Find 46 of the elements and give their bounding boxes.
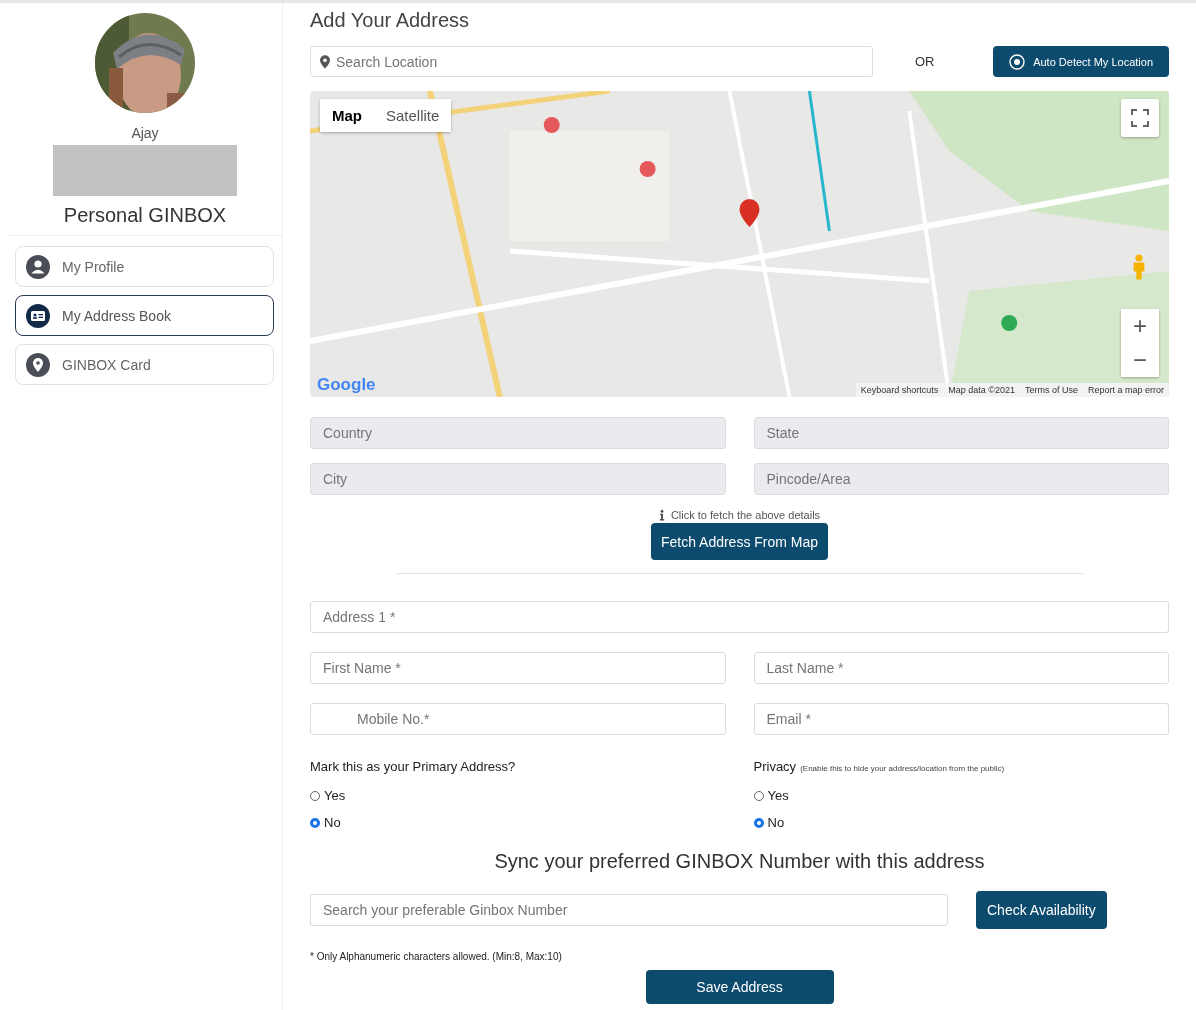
radio-group-label: Mark this as your Primary Address? [310,759,516,774]
user-icon [26,254,50,279]
input-field[interactable]: Address 1 * [310,601,1169,633]
radio-label: Yes [324,788,346,803]
map-type-tab[interactable]: Map [320,99,374,132]
user-name: Ajay [131,125,159,141]
map-footer-link[interactable]: Keyboard shortcuts [855,383,944,397]
target-icon [1009,53,1026,70]
input-field[interactable]: Mobile No.* [310,703,726,735]
map-logo: Google [317,375,376,395]
section-title: Sync your preferred GINBOX Number with this address [493,850,986,873]
input-field[interactable]: Last Name * [753,652,1169,684]
radio-button[interactable] [310,817,320,828]
radio-label: No [767,815,785,830]
radio-label: No [324,815,341,830]
account-title: Personal GINBOX [63,204,227,227]
sidebar-item[interactable]: My Address Book [15,295,274,336]
auto-detect-button[interactable]: Auto Detect My Location [993,46,1169,77]
input-field[interactable]: First Name * [310,652,726,684]
map-footer-link[interactable]: Map data ©2021 [943,383,1020,397]
or-separator: OR [915,54,935,69]
search-field[interactable]: Search your preferable Ginbox Number [310,894,948,926]
radio-label: Yes [767,788,789,803]
fullscreen-button[interactable] [1121,99,1159,137]
map-footer-link[interactable]: Terms of Use [1019,383,1083,397]
check-availability-button[interactable]: Check Availability [976,891,1107,929]
map-type-tab[interactable]: Satellite [374,99,452,132]
sidebar-item[interactable]: My Profile [15,246,274,287]
zoom-in-button[interactable]: + [1121,309,1159,343]
save-address-button[interactable]: Save Address [645,970,834,1004]
zoom-out-button[interactable]: − [1121,343,1159,377]
sidebar-item[interactable]: GINBOX Card [15,344,274,385]
privacy-note: (Enable this to hide your address/location from the public) [800,764,1005,773]
note-text: * Only Alphanumeric characters allowed. (Min:8, Max:10) [310,951,563,962]
info-icon [658,509,665,521]
radio-button[interactable] [753,817,764,828]
fullscreen-icon [1131,109,1149,127]
search-field[interactable]: Search Location [310,46,873,77]
input-field[interactable]: Email * [753,703,1169,735]
hint-text: Click to fetch the above details [670,509,821,521]
fetch-address-button[interactable]: Fetch Address From Map [650,523,829,560]
id-card-icon [26,303,50,328]
page-title: Add Your Address [310,9,470,32]
radio-group-label: Privacy [753,759,797,774]
location-pin-icon [26,352,50,377]
map-footer-link[interactable]: Report a map error [1082,383,1169,397]
